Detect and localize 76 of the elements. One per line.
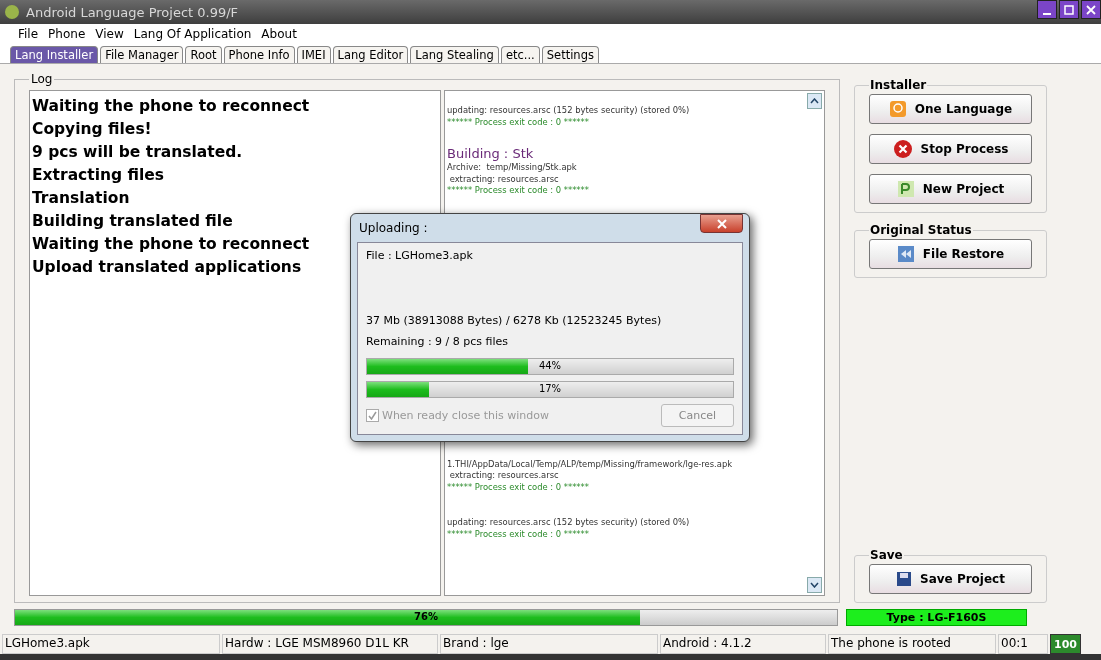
maximize-button[interactable]	[1059, 0, 1079, 19]
step-text: Translation	[32, 188, 130, 209]
log-line: ****** Process exit code : 0 ******	[447, 481, 589, 493]
maximize-icon	[1064, 4, 1074, 15]
scroll-up-button[interactable]	[807, 93, 822, 109]
dialog-title: Uploading :	[358, 221, 428, 235]
log-line: updating: resources.arsc (152 bytes security) (stored 0%)	[447, 105, 690, 117]
log-line: updating: resources.arsc (152 bytes security) (stored 0%)	[447, 517, 690, 529]
close-button[interactable]	[700, 214, 743, 233]
action-button[interactable]: Stop Process	[869, 134, 1032, 164]
menu-item[interactable]: Phone	[48, 27, 86, 41]
progress-label: 17%	[538, 383, 562, 394]
log-line: ****** Process exit code : 0 ******	[447, 528, 589, 540]
close-icon	[1086, 4, 1096, 15]
tab[interactable]: Settings	[541, 46, 599, 63]
minimize-button[interactable]	[1037, 0, 1057, 19]
menu-item[interactable]: View	[95, 27, 124, 41]
tab[interactable]: Lang Editor	[332, 46, 409, 63]
menu-item[interactable]: File	[18, 27, 39, 41]
status-field: Brand : lge	[440, 634, 658, 654]
group-title: Installer	[869, 78, 928, 92]
action-button[interactable]: File Restore	[869, 239, 1032, 269]
log-line: extracting: resources.arsc	[448, 173, 559, 185]
tab[interactable]: Lang Installer	[10, 46, 99, 63]
status-field: LGHome3.apk	[2, 634, 220, 654]
action-button[interactable]: One Language	[869, 94, 1032, 124]
window-title: Android Language Project 0.99/F	[26, 4, 239, 20]
close-button[interactable]	[1081, 0, 1101, 19]
progress-label: 76%	[414, 611, 438, 622]
status-field: 00:1	[998, 634, 1048, 654]
tab[interactable]: etc...	[500, 46, 540, 63]
device-type-label: Type : LG-F160S	[846, 609, 1027, 626]
battery-indicator: 100	[1050, 634, 1081, 654]
step-text: Waiting the phone to reconnect	[32, 234, 310, 255]
size-text: 37 Mb (38913088 Bytes) / 6278 Kb (12523245 Bytes)	[366, 314, 663, 327]
tab[interactable]: File Manager	[100, 46, 184, 63]
tab[interactable]: Phone Info	[223, 46, 295, 63]
caret-down-icon	[810, 582, 819, 588]
menu-item[interactable]: About	[261, 27, 297, 41]
progress-label: 44%	[538, 360, 562, 371]
status-field: Hardw : LGE MSM8960 D1L KR	[222, 634, 438, 654]
close-icon	[716, 218, 727, 229]
log-line: ****** Process exit code : 0 ******	[447, 185, 589, 197]
document-icon	[896, 180, 915, 198]
log-line: Archive: temp/Missing/Stk.apk	[447, 162, 577, 174]
caret-up-icon	[810, 98, 819, 104]
tab[interactable]: IMEI	[296, 46, 331, 63]
status-field: Android : 4.1.2	[660, 634, 826, 654]
log-line: 1.THI/AppData/Local/Temp/ALP/temp/Missing/framework/lge-res.apk	[447, 458, 733, 470]
stop-icon	[892, 139, 913, 159]
tab[interactable]: Lang Stealing	[410, 46, 499, 63]
group-title: Original Status	[869, 223, 973, 237]
file-name-text: File : LGHome3.apk	[366, 249, 474, 262]
step-text: 9 pcs will be translated.	[32, 142, 243, 163]
rewind-icon	[896, 245, 915, 263]
group-title: Save	[869, 548, 904, 562]
step-text: Extracting files	[32, 165, 165, 186]
step-text: Waiting the phone to reconnect	[32, 96, 310, 117]
status-field: The phone is rooted	[828, 634, 996, 654]
minimize-icon	[1043, 12, 1051, 15]
log-line: extracting: resources.arsc	[448, 470, 559, 482]
tab[interactable]: Root	[185, 46, 222, 63]
log-heading: Building : Stk	[447, 146, 534, 162]
app-icon	[4, 4, 20, 20]
speech-bubble-icon	[888, 100, 907, 118]
step-text: Upload translated applications	[32, 257, 302, 278]
log-title: Log	[30, 72, 54, 86]
step-text: Building translated file	[32, 211, 233, 232]
check-icon	[368, 411, 377, 420]
log-line: ****** Process exit code : 0 ******	[447, 116, 589, 128]
step-text: Copying files!	[32, 119, 152, 140]
save-button[interactable]: Save Project	[869, 564, 1032, 594]
remaining-text: Remaining : 9 / 8 pcs files	[366, 335, 510, 348]
menu-item[interactable]: Lang Of Application	[133, 27, 252, 41]
action-button[interactable]: New Project	[869, 174, 1032, 204]
scroll-down-button[interactable]	[807, 577, 822, 593]
